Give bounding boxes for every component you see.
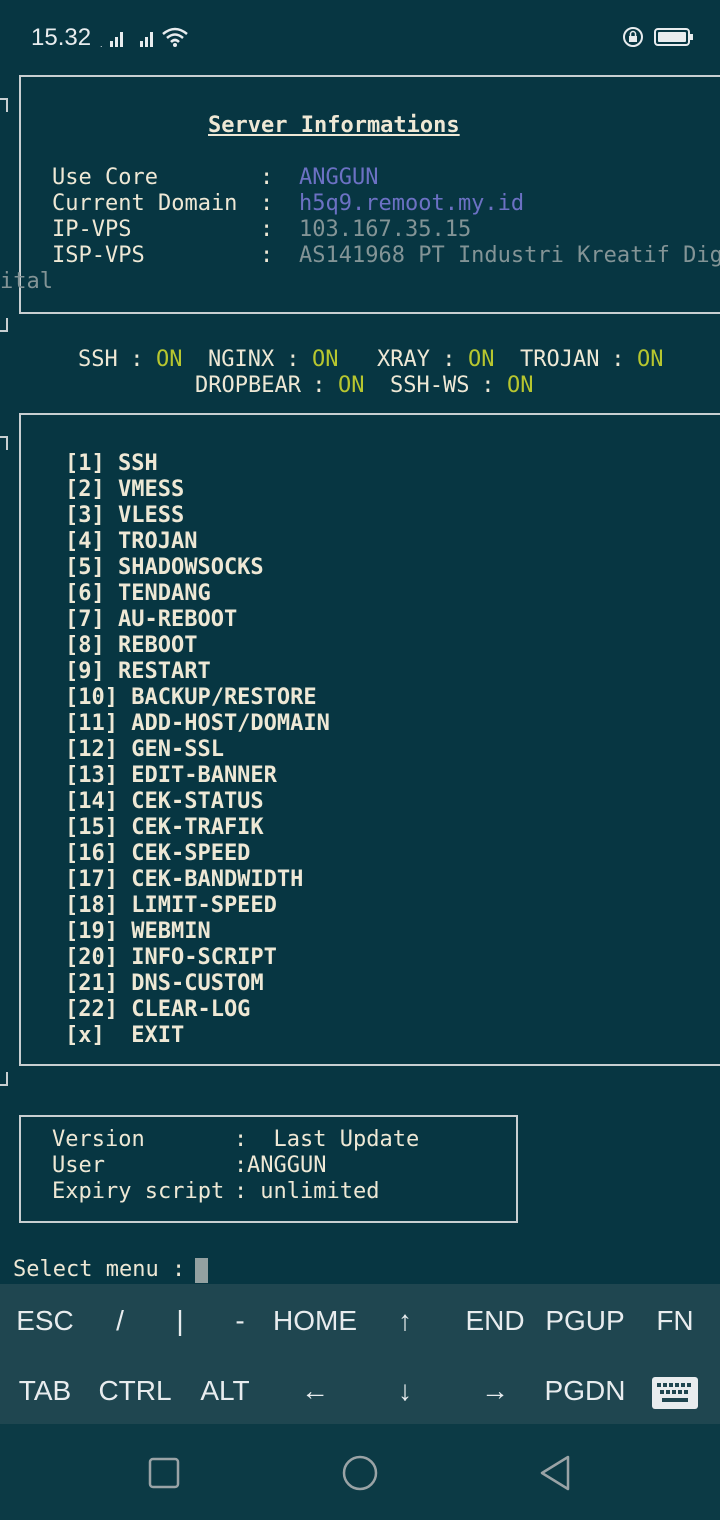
isp-vps-wrap: ital — [0, 269, 53, 294]
square-icon[interactable] — [148, 1457, 180, 1489]
service-state-nginx: ON — [312, 347, 339, 372]
ip-vps-label: IP-VPS — [52, 217, 132, 242]
keyboard-toggle-button[interactable] — [630, 1356, 720, 1426]
back-triangle-icon[interactable] — [538, 1454, 574, 1492]
menu-item-restart[interactable]: [9] RESTART — [65, 659, 211, 685]
menu-item-dns-custom[interactable]: [21] DNS-CUSTOM — [65, 971, 264, 997]
ip-vps-value: 103.167.35.15 — [299, 217, 472, 242]
key-home[interactable]: HOME — [270, 1286, 360, 1356]
menu-item-reboot[interactable]: [8] REBOOT — [65, 633, 197, 659]
current-domain-label: Current Domain — [52, 191, 238, 216]
menu-item-clear-log[interactable]: [22] CLEAR-LOG — [65, 997, 250, 1023]
isp-vps-value: AS141968 PT Industri Kreatif Dig — [299, 243, 720, 268]
use-core-label: Use Core — [52, 165, 158, 190]
use-core-sep: : — [260, 165, 274, 190]
box-corner — [0, 98, 8, 112]
expiry-label: Expiry script — [52, 1179, 238, 1204]
service-name-ssh: SSH — [78, 347, 118, 372]
service-name-dropbear: DROPBEAR — [195, 373, 301, 398]
key-alt[interactable]: ALT — [180, 1356, 270, 1426]
key-left-arrow[interactable]: ← — [270, 1356, 360, 1426]
expiry-value: unlimited — [247, 1179, 380, 1204]
box-corner — [0, 436, 8, 450]
isp-vps-label: ISP-VPS — [52, 243, 145, 268]
service-sep: : — [468, 373, 508, 398]
menu-item-shadowsocks[interactable]: [5] SHADOWSOCKS — [65, 555, 264, 581]
menu-item-tendang[interactable]: [6] TENDANG — [65, 581, 211, 607]
key-pgdn[interactable]: PGDN — [540, 1356, 630, 1426]
key-pgup[interactable]: PGUP — [540, 1286, 630, 1356]
version-value: Last Update — [247, 1127, 420, 1152]
extra-keys-bar: ESC / | - HOME ↑ END PGUP FN TAB CTRL AL… — [0, 1284, 720, 1424]
menu-item-vless[interactable]: [3] VLESS — [65, 503, 184, 529]
key-end[interactable]: END — [450, 1286, 540, 1356]
service-state-trojan: ON — [637, 347, 664, 372]
service-state-ssh-ws: ON — [507, 373, 534, 398]
terminal[interactable]: Server Informations Use Core : ANGGUN Cu… — [0, 0, 720, 1284]
server-info-title: Server Informations — [208, 113, 460, 138]
menu-item-trojan[interactable]: [4] TROJAN — [65, 529, 197, 555]
service-name-trojan: TROJAN — [520, 347, 600, 372]
menu-item-limit-speed[interactable]: [18] LIMIT-SPEED — [65, 893, 277, 919]
service-sep: : — [273, 347, 313, 372]
menu-item-au-reboot[interactable]: [7] AU-REBOOT — [65, 607, 237, 633]
user-label: User — [52, 1153, 238, 1178]
isp-vps-sep: : — [260, 243, 274, 268]
key-fn[interactable]: FN — [630, 1286, 720, 1356]
menu-item-cek-trafik[interactable]: [15] CEK-TRAFIK — [65, 815, 264, 841]
menu-item-gen-ssl[interactable]: [12] GEN-SSL — [65, 737, 224, 763]
box-corner — [0, 1072, 8, 1086]
current-domain-sep: : — [260, 191, 274, 216]
service-sep: : — [598, 347, 638, 372]
service-state-xray: ON — [468, 347, 495, 372]
menu-item-cek-bandwidth[interactable]: [17] CEK-BANDWIDTH — [65, 867, 303, 893]
key-right-arrow[interactable]: → — [450, 1356, 540, 1426]
system-nav-bar — [0, 1424, 720, 1520]
service-sep: : — [117, 347, 157, 372]
service-sep: : — [299, 373, 339, 398]
ip-vps-sep: : — [260, 217, 274, 242]
menu-item-webmin[interactable]: [19] WEBMIN — [65, 919, 211, 945]
user-value: ANGGUN — [247, 1153, 327, 1178]
terminal-cursor[interactable] — [195, 1258, 208, 1283]
menu-item-edit-banner[interactable]: [13] EDIT-BANNER — [65, 763, 277, 789]
menu-item-ssh[interactable]: [1] SSH — [65, 451, 158, 477]
keyboard-icon — [652, 1376, 698, 1409]
version-label: Version — [52, 1127, 238, 1152]
menu-item-backup-restore[interactable]: [10] BACKUP/RESTORE — [65, 685, 317, 711]
menu-item-vmess[interactable]: [2] VMESS — [65, 477, 184, 503]
key-ctrl[interactable]: CTRL — [90, 1356, 180, 1426]
use-core-value: ANGGUN — [299, 165, 379, 190]
menu-item-info-script[interactable]: [20] INFO-SCRIPT — [65, 945, 277, 971]
expiry-sep: : — [234, 1179, 248, 1204]
version-sep: : — [234, 1127, 248, 1152]
key-down-arrow[interactable]: ↓ — [360, 1356, 450, 1426]
key-tab[interactable]: TAB — [0, 1356, 90, 1426]
menu-item-cek-speed[interactable]: [16] CEK-SPEED — [65, 841, 250, 867]
service-state-dropbear: ON — [338, 373, 365, 398]
box-corner — [0, 318, 8, 332]
menu-item-cek-status[interactable]: [14] CEK-STATUS — [65, 789, 264, 815]
service-name-ssh-ws: SSH-WS — [390, 373, 470, 398]
menu-item-exit[interactable]: [x] EXIT — [65, 1023, 184, 1049]
service-name-xray: XRAY — [377, 347, 430, 372]
service-name-nginx: NGINX — [208, 347, 275, 372]
service-sep: : — [429, 347, 469, 372]
user-sep: : — [234, 1153, 248, 1178]
menu-item-add-host-domain[interactable]: [11] ADD-HOST/DOMAIN — [65, 711, 330, 737]
select-menu-prompt: Select menu : — [13, 1257, 199, 1282]
current-domain-value: h5q9.remoot.my.id — [299, 191, 525, 216]
circle-icon[interactable] — [341, 1454, 379, 1492]
key-up-arrow[interactable]: ↑ — [360, 1286, 450, 1356]
service-state-ssh: ON — [156, 347, 183, 372]
